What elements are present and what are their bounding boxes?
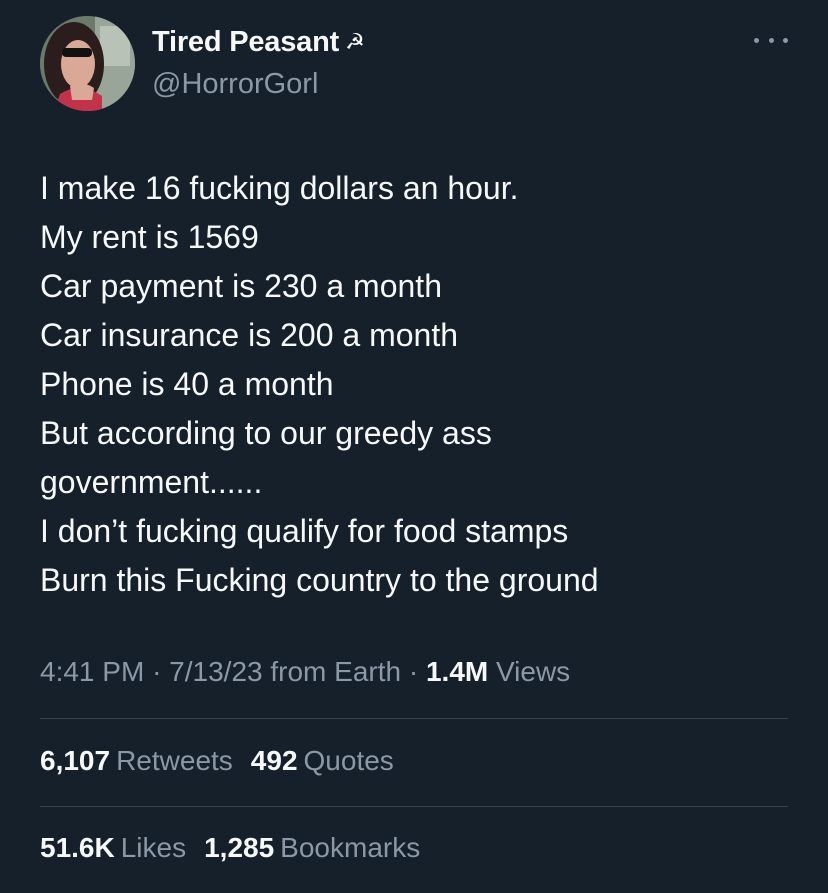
quotes-label: Quotes (303, 745, 394, 776)
more-options-button[interactable] (754, 30, 788, 50)
display-name[interactable]: Tired Peasant (152, 26, 339, 59)
tweet-detail: Tired Peasant ☭ @HorrorGorl I make 16 fu… (0, 0, 828, 893)
hammer-sickle-icon: ☭ (345, 30, 365, 55)
more-horizontal-icon (768, 37, 774, 43)
divider (40, 718, 788, 719)
tweet-text-line: Car payment is 230 a month (40, 268, 442, 304)
likes-label: Likes (120, 832, 187, 863)
tweet-text-line: I don’t fucking qualify for food stamps (40, 513, 569, 549)
tweet-text-line: Car insurance is 200 a month (40, 317, 458, 353)
likes-stat[interactable]: 51.6K Likes (40, 832, 186, 864)
tweet-source: from Earth (270, 656, 402, 687)
bookmarks-stat[interactable]: 1,285 Bookmarks (204, 832, 420, 864)
quotes-count: 492 (250, 745, 298, 776)
tweet-meta: 4:41 PM · 7/13/23 from Earth · 1.4M View… (40, 656, 570, 688)
bookmarks-label: Bookmarks (280, 832, 421, 863)
likes-count: 51.6K (40, 832, 115, 863)
tweet-date[interactable]: 7/13/23 (169, 656, 262, 687)
tweet-text-line: Burn this Fucking country to the ground (40, 562, 599, 598)
more-horizontal-icon (783, 37, 788, 43)
author-name-row[interactable]: Tired Peasant ☭ (152, 26, 365, 59)
views-count: 1.4M (425, 656, 489, 687)
tweet-text-line: My rent is 1569 (40, 219, 259, 255)
tweet-time[interactable]: 4:41 PM (40, 656, 144, 687)
meta-separator: · (152, 656, 170, 687)
profile-photo-icon (40, 16, 135, 111)
retweets-label: Retweets (116, 745, 233, 776)
retweets-count: 6,107 (40, 745, 111, 776)
meta-separator: · (408, 656, 426, 687)
divider (40, 806, 788, 807)
views-label: Views (496, 656, 571, 687)
avatar[interactable] (40, 16, 135, 111)
stats-row-likes: 51.6K Likes 1,285 Bookmarks (40, 832, 420, 864)
stats-row-shares: 6,107 Retweets 492 Quotes (40, 745, 394, 777)
tweet-text-line: government...... (40, 464, 263, 500)
tweet-text-line: I make 16 fucking dollars an hour. (40, 170, 519, 206)
retweets-stat[interactable]: 6,107 Retweets (40, 745, 233, 777)
tweet-text: I make 16 fucking dollars an hour. My re… (40, 164, 800, 605)
tweet-text-line: Phone is 40 a month (40, 366, 334, 402)
more-horizontal-icon (754, 37, 759, 43)
user-handle[interactable]: @HorrorGorl (152, 68, 318, 101)
quotes-stat[interactable]: 492 Quotes (251, 745, 394, 777)
bookmarks-count: 1,285 (204, 832, 275, 863)
tweet-text-line: But according to our greedy ass (40, 415, 492, 451)
